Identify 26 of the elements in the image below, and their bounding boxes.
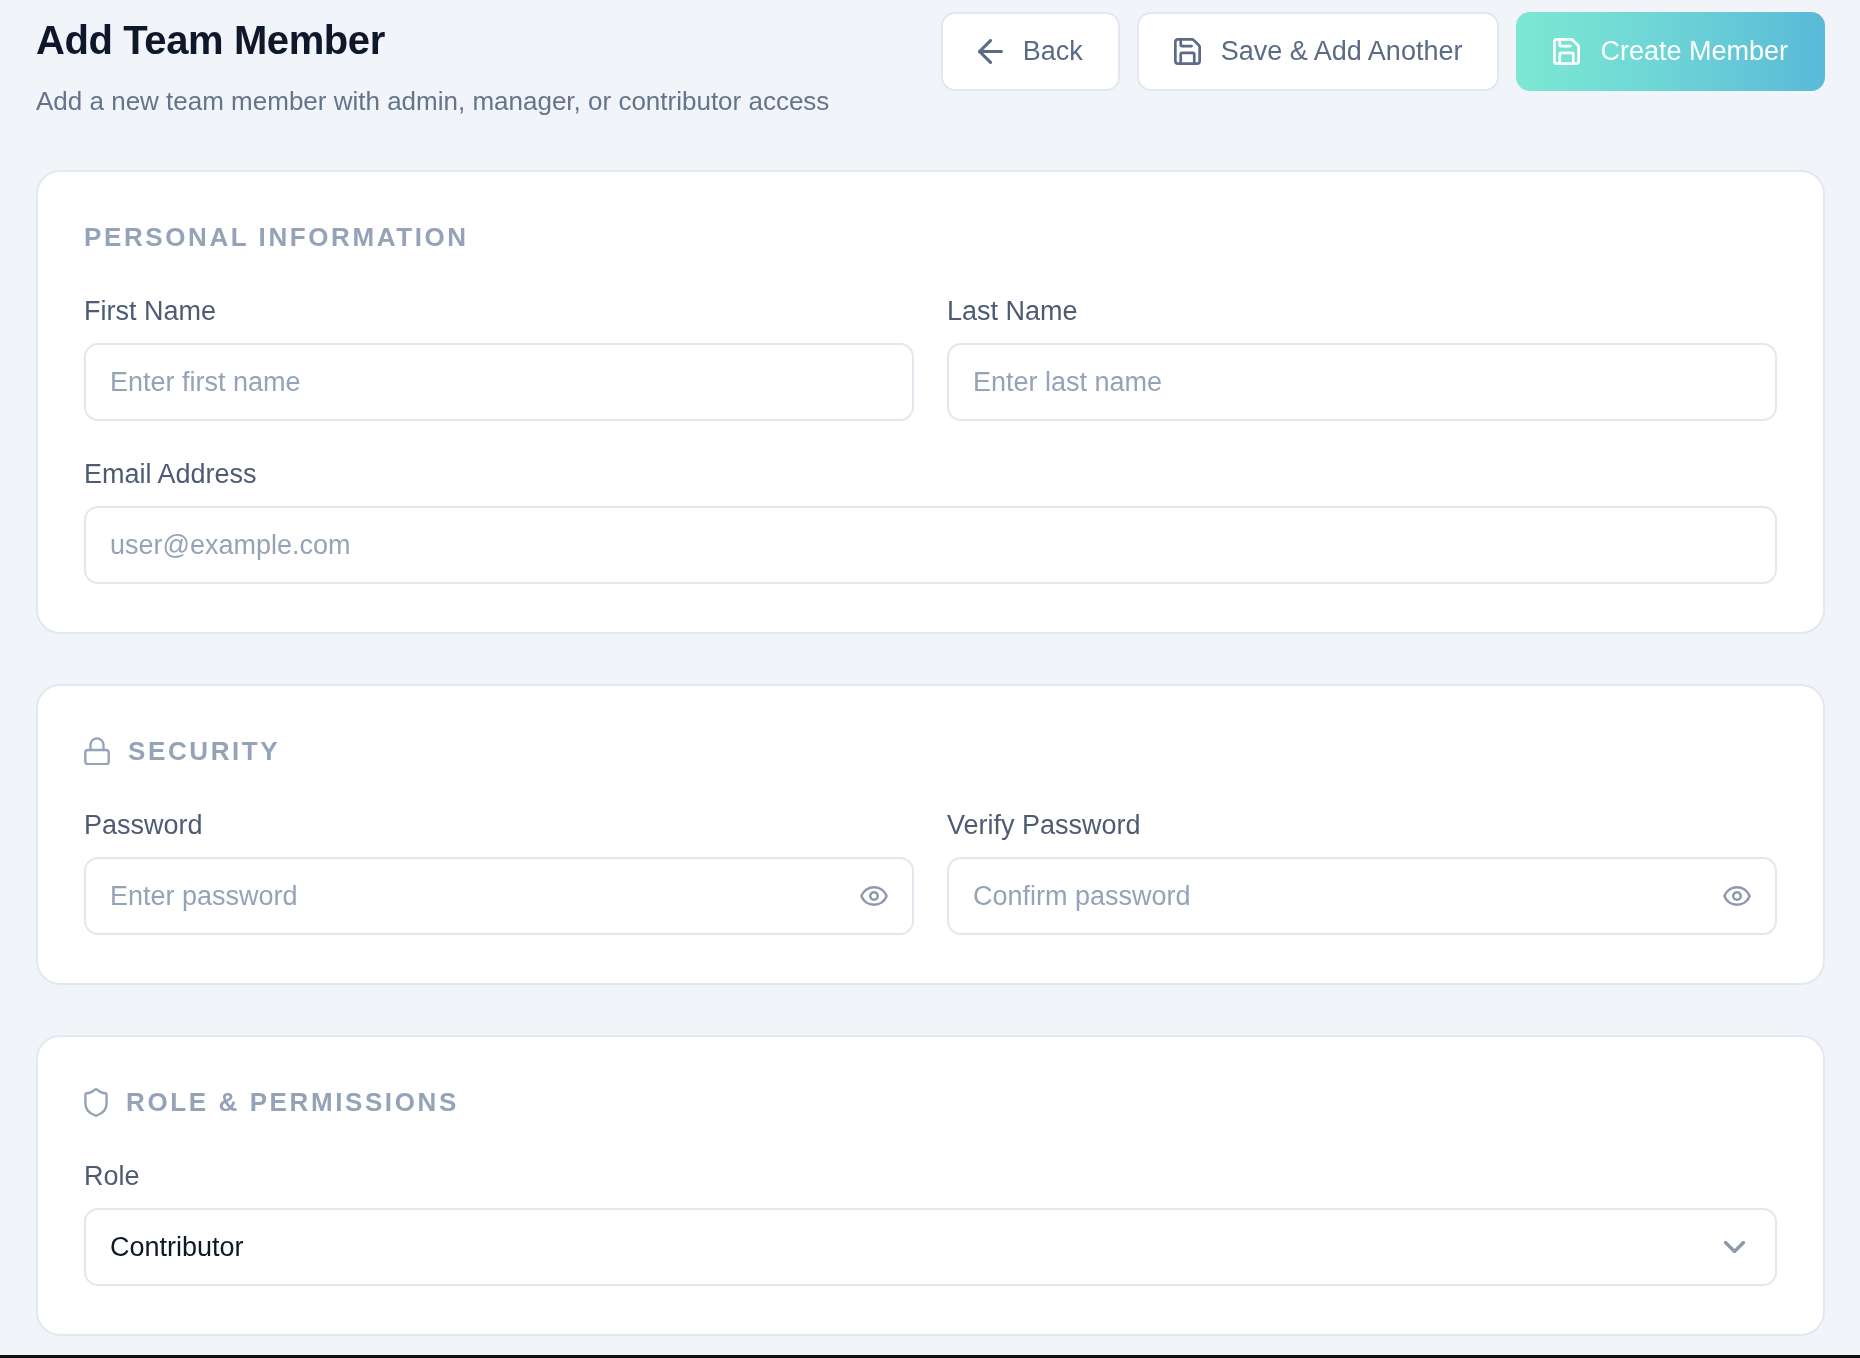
section-heading: ROLE & PERMISSIONS <box>126 1087 459 1117</box>
input-field[interactable]: Enter last name <box>947 343 1777 421</box>
field-label: Last Name <box>947 295 1079 328</box>
input-field[interactable]: user@example.com <box>84 506 1777 584</box>
shield-icon <box>84 1087 108 1117</box>
field-label: Role <box>84 1160 141 1193</box>
save-and-add-another-button[interactable]: Save & Add Another <box>1136 12 1500 91</box>
field-label: First Name <box>84 295 217 328</box>
page-title: Add Team Member <box>36 17 386 64</box>
section-heading: PERSONAL INFORMATION <box>84 222 469 252</box>
eye-icon[interactable] <box>1723 886 1751 906</box>
eye-icon[interactable] <box>860 886 888 906</box>
save-icon <box>1553 38 1581 65</box>
field-label: Verify Password <box>947 809 1142 842</box>
dropdown-field[interactable]: Contributor <box>84 1208 1777 1286</box>
input-field[interactable]: Enter first name <box>84 343 914 421</box>
password-field[interactable]: Enter password <box>84 857 914 935</box>
field-label: Email Address <box>84 458 258 491</box>
save-icon <box>1173 38 1201 65</box>
section-heading: SECURITY <box>128 736 281 766</box>
chevron-down-icon <box>1724 1241 1745 1253</box>
field-label: Password <box>84 809 204 842</box>
lock-icon <box>84 736 110 766</box>
password-field[interactable]: Confirm password <box>947 857 1777 935</box>
page-subtitle: Add a new team member with admin, manager, or contributor access <box>36 85 830 118</box>
back-button[interactable]: Back <box>940 12 1120 91</box>
